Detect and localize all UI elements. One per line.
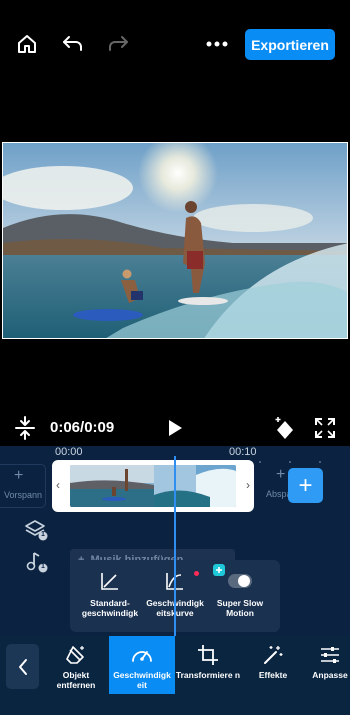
- tool-label: Anpasse: [312, 670, 348, 680]
- tool-transform[interactable]: Transformiere n: [175, 636, 241, 694]
- home-icon[interactable]: [13, 30, 41, 58]
- ruler-mark: 00:00: [55, 446, 83, 458]
- standard-speed-option[interactable]: Standard-geschwindigk: [75, 568, 145, 618]
- back-button[interactable]: [6, 644, 39, 689]
- speedometer-icon: [109, 636, 175, 666]
- clip-trim-right-icon[interactable]: ›: [246, 478, 250, 492]
- premium-badge-icon: [213, 564, 225, 576]
- toggle-icon[interactable]: [205, 564, 275, 594]
- intro-label: Vorspann: [4, 490, 43, 500]
- music-count-badge: 1: [41, 563, 45, 570]
- clip-trim-left-icon[interactable]: ‹: [56, 478, 60, 492]
- bottom-toolbar: Objekt entfernen Geschwindigk eit Transf…: [0, 636, 350, 715]
- fullscreen-icon[interactable]: [314, 417, 336, 444]
- crop-icon: [175, 636, 241, 666]
- collapse-icon[interactable]: [14, 416, 36, 445]
- tool-remove-object[interactable]: Objekt entfernen: [43, 636, 109, 694]
- top-bar: Exportieren: [0, 0, 350, 90]
- standard-speed-icon: [75, 568, 145, 594]
- magic-wand-icon: [240, 636, 306, 666]
- ruler-mark: 00:10: [229, 446, 257, 458]
- super-slow-motion-label: Super Slow Motion: [216, 598, 264, 618]
- timeline: 00:00 00:10 + Vorspann + Abspa ‹ › + 1 1…: [0, 446, 350, 641]
- intro-slot[interactable]: + Vorspann: [0, 464, 46, 508]
- super-slow-motion-option[interactable]: Super Slow Motion: [205, 564, 275, 618]
- chevron-left-icon: [18, 658, 27, 675]
- layer-count-badge: 1: [41, 531, 45, 538]
- redo-icon[interactable]: [104, 30, 132, 58]
- video-clip[interactable]: ‹ ›: [52, 460, 254, 512]
- video-preview-area: [0, 90, 350, 410]
- layers-icon[interactable]: 1: [24, 518, 48, 547]
- tool-label: Transformiere n: [175, 670, 241, 680]
- playback-controls: 0:06/0:09: [0, 410, 350, 446]
- playhead[interactable]: [174, 456, 176, 641]
- tool-effects[interactable]: Effekte: [240, 636, 306, 694]
- tool-adjust[interactable]: Anpasse: [305, 636, 350, 694]
- tool-speed[interactable]: Geschwindigk eit: [109, 636, 175, 694]
- eraser-icon: [43, 636, 109, 666]
- time-display: 0:06/0:09: [50, 419, 115, 436]
- video-frame[interactable]: [2, 142, 348, 339]
- undo-icon[interactable]: [59, 30, 87, 58]
- add-clip-button[interactable]: +: [288, 468, 323, 503]
- clip-thumbnails: [70, 465, 236, 507]
- standard-speed-label: Standard-geschwindigk: [81, 598, 139, 618]
- sliders-icon: [305, 636, 350, 666]
- keyframe-icon[interactable]: [273, 415, 297, 446]
- tool-label: Objekt entfernen: [56, 670, 96, 690]
- play-icon[interactable]: [166, 418, 184, 443]
- tool-label: Effekte: [258, 670, 288, 680]
- surf-scene-image: [3, 143, 347, 338]
- more-icon[interactable]: [203, 30, 231, 58]
- export-button[interactable]: Exportieren: [245, 29, 335, 60]
- music-note-icon[interactable]: 1: [26, 550, 50, 579]
- tool-label: Geschwindigk eit: [113, 670, 171, 690]
- new-dot-icon: [194, 571, 199, 576]
